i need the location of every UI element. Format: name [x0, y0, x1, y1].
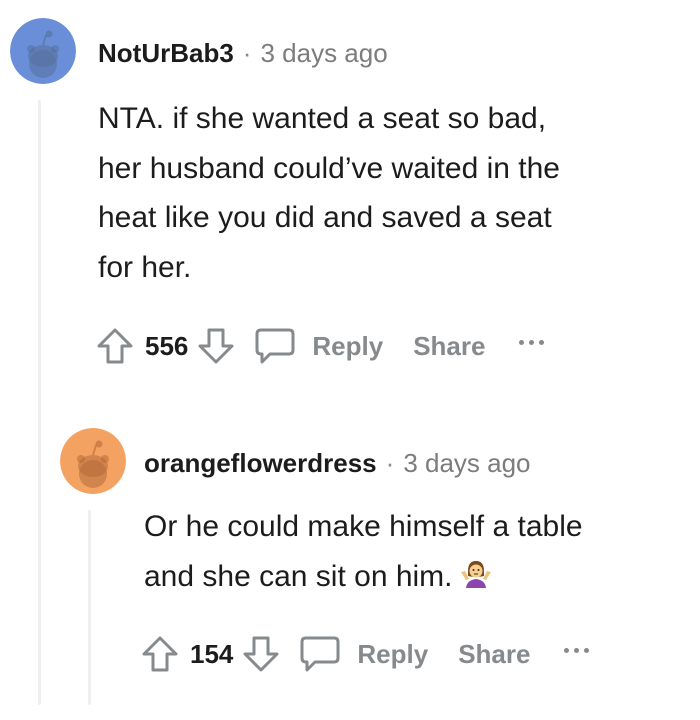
- comment-body-line-text: and she can sit on him.: [144, 559, 453, 593]
- avatar[interactable]: [60, 428, 126, 494]
- comment-timestamp[interactable]: 3 days ago: [260, 38, 387, 69]
- upvote-icon[interactable]: [95, 326, 135, 366]
- snoo-avatar-icon: [60, 428, 126, 494]
- comment-body-line: for her.: [98, 250, 192, 284]
- reply-label: Reply: [312, 330, 384, 361]
- comment-bubble-icon: [299, 634, 341, 674]
- avatar[interactable]: [10, 18, 76, 84]
- comment-body-line: heat like you did and saved a seat: [98, 201, 552, 234]
- comment-body-line: NTA. if she wanted a seat so bad,: [98, 102, 547, 135]
- person-shrugging-emoji-icon: [459, 558, 493, 608]
- thread-line[interactable]: [38, 100, 41, 705]
- reply-button[interactable]: Reply: [254, 326, 383, 366]
- share-button[interactable]: Share: [458, 639, 530, 670]
- comment-body: NTA. if she wanted a seat so bad, her hu…: [98, 94, 658, 292]
- upvote-icon[interactable]: [140, 634, 180, 674]
- comment-body-line: her husband could’ve waited in the: [98, 151, 560, 185]
- meta-separator: ·: [385, 448, 395, 478]
- comment-meta: NotUrBab3 · 3 days ago: [98, 38, 388, 69]
- downvote-icon[interactable]: [196, 326, 236, 366]
- comment-meta: orangeflowerdress · 3 days ago: [144, 448, 531, 479]
- comment-action-bar: 556 Reply Share: [95, 322, 545, 370]
- comment-body-line: Or he could make himself a table: [144, 510, 583, 543]
- reply-button[interactable]: Reply: [299, 634, 428, 674]
- comment-action-bar: 154 Reply Share: [140, 630, 590, 678]
- comment-timestamp[interactable]: 3 days ago: [403, 448, 530, 479]
- comment-body: Or he could make himself a table and she…: [144, 502, 684, 607]
- thread-line-nested[interactable]: [88, 510, 91, 705]
- more-options-icon[interactable]: [564, 647, 590, 661]
- more-options-icon[interactable]: [519, 339, 545, 353]
- snoo-avatar-icon: [10, 18, 76, 84]
- vote-score: 556: [145, 330, 189, 361]
- share-button[interactable]: Share: [413, 331, 485, 362]
- comment-bubble-icon: [254, 326, 296, 366]
- vote-score: 154: [190, 638, 234, 669]
- comment-author[interactable]: orangeflowerdress: [144, 448, 377, 479]
- comment-body-line: and she can sit on him.: [144, 552, 684, 608]
- reply-label: Reply: [357, 638, 429, 669]
- meta-separator: ·: [242, 38, 252, 68]
- comment-author[interactable]: NotUrBab3: [98, 38, 234, 69]
- downvote-icon[interactable]: [241, 634, 281, 674]
